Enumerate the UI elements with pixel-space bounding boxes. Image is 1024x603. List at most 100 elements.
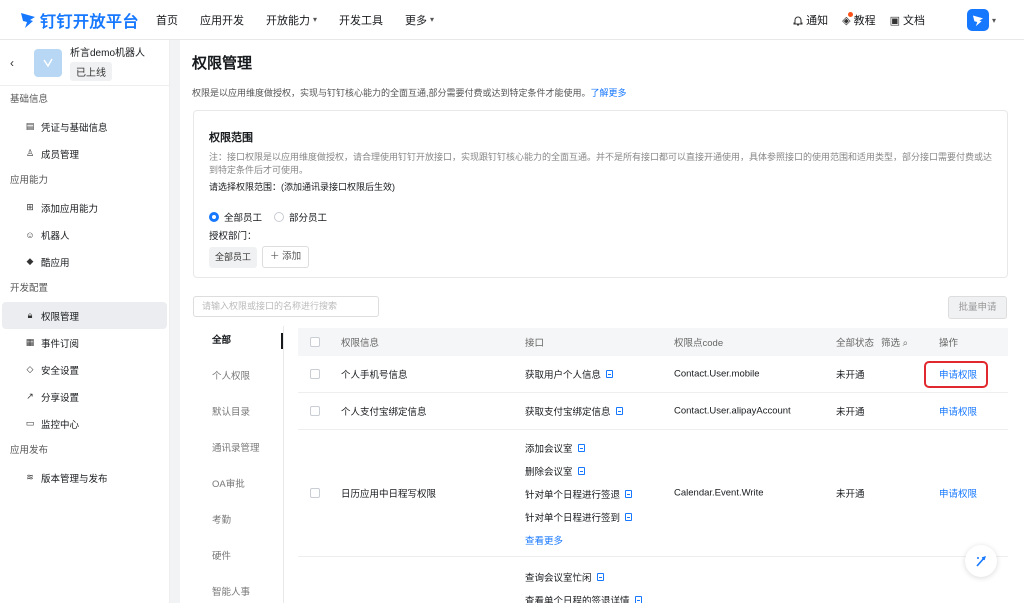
header-name: 权限信息 bbox=[341, 338, 380, 349]
category-contacts[interactable]: 通讯录管理 bbox=[193, 434, 283, 470]
sidebar-item-credentials[interactable]: ▤ 凭证与基础信息 bbox=[0, 113, 169, 140]
doc-icon[interactable] bbox=[625, 489, 633, 498]
scope-radio-group: 全部员工 部分员工 bbox=[209, 210, 339, 224]
nav-more[interactable]: 更多 ▾ bbox=[405, 12, 434, 28]
api-item[interactable]: 查询会议室忙闲 bbox=[525, 565, 642, 588]
row-code: Calendar.Event.Write bbox=[674, 487, 764, 499]
avatar[interactable] bbox=[966, 9, 989, 31]
share-icon: ↗ bbox=[26, 391, 34, 401]
doc-icon[interactable] bbox=[596, 572, 604, 581]
row-status: 未开通 bbox=[836, 489, 865, 500]
radio-all-employees[interactable] bbox=[209, 212, 219, 222]
table-row: 日历应用中日程写权限 添加会议室 删除会议室 针对单个日程进行签退 针对单个日程… bbox=[298, 430, 1008, 557]
sidebar-item-cool-app[interactable]: ◆ 酷应用 bbox=[0, 248, 169, 275]
api-item[interactable]: 查看单个日程的签退详情 bbox=[525, 588, 642, 603]
section-title-dev-config: 开发配置 bbox=[10, 283, 49, 294]
sidebar: ‹ 析言demo机器人 已上线 基础信息 ▤ 凭证与基础信息 ♙ 成员管理 应用能力… bbox=[0, 40, 170, 603]
sidebar-item-events[interactable]: ▦ 事件订阅 bbox=[0, 329, 169, 356]
lock-icon: 🔒︎ bbox=[27, 310, 33, 320]
dept-label: 授权部门： bbox=[209, 231, 257, 242]
highlight-box bbox=[924, 361, 988, 388]
category-hr[interactable]: 智能人事 bbox=[193, 578, 283, 603]
api-item[interactable]: 获取用户个人信息 bbox=[525, 367, 614, 381]
notify-button[interactable]: 通知 bbox=[793, 12, 828, 28]
radio-all-label[interactable]: 全部员工 bbox=[224, 210, 262, 224]
sidebar-item-security[interactable]: ◇ 安全设置 bbox=[0, 356, 169, 383]
search-input[interactable]: 请输入权限或接口的名称进行搜索 bbox=[193, 296, 379, 317]
select-all-checkbox[interactable] bbox=[310, 337, 320, 347]
radio-partial-employees[interactable] bbox=[274, 212, 285, 222]
category-default[interactable]: 默认目录 bbox=[193, 398, 283, 434]
ai-assistant-button[interactable] bbox=[965, 545, 997, 577]
api-item[interactable]: 针对单个日程进行签退 bbox=[525, 482, 633, 505]
dept-tag: 全部员工 bbox=[209, 247, 258, 268]
nav-open-capability[interactable]: 开放能力 ▾ bbox=[266, 12, 317, 28]
search-icon: ⌕ bbox=[902, 338, 908, 349]
add-dept-button[interactable]: ＋ 添加 bbox=[262, 246, 310, 268]
row-checkbox[interactable] bbox=[310, 369, 320, 379]
learn-more-link[interactable]: 了解更多 bbox=[591, 88, 627, 98]
section-title-basic: 基础信息 bbox=[10, 94, 49, 105]
category-attendance[interactable]: 考勤 bbox=[193, 506, 283, 542]
doc-icon[interactable] bbox=[625, 512, 633, 521]
app-icon bbox=[34, 48, 62, 77]
logo-text: 钉钉开放平台 bbox=[40, 13, 140, 31]
api-item[interactable]: 添加会议室 bbox=[525, 436, 632, 459]
nav-home[interactable]: 首页 bbox=[156, 12, 178, 28]
nav-dev-tools[interactable]: 开发工具 bbox=[339, 12, 383, 28]
tutorial-icon: ◈ bbox=[842, 11, 854, 27]
sidebar-item-versions[interactable]: ≋ 版本管理与发布 bbox=[0, 464, 169, 491]
bell-icon bbox=[793, 16, 803, 25]
api-item[interactable]: 删除会议室 bbox=[525, 459, 632, 482]
tutorial-button[interactable]: ◈ 教程 bbox=[842, 11, 876, 28]
table-row: 查询会议室忙闲 查看单个日程的签退详情 bbox=[298, 557, 1008, 603]
shield-icon: ◇ bbox=[26, 364, 34, 374]
api-item[interactable]: 针对单个日程进行签到 bbox=[525, 505, 633, 528]
docs-button[interactable]: ▣ 文档 bbox=[890, 12, 925, 28]
row-checkbox[interactable] bbox=[310, 406, 320, 416]
view-more-link[interactable]: 查看更多 bbox=[525, 528, 632, 551]
logo[interactable]: 钉钉开放平台 bbox=[20, 8, 150, 32]
sidebar-item-share[interactable]: ↗ 分享设置 bbox=[0, 383, 169, 410]
doc-icon[interactable] bbox=[615, 407, 623, 415]
category-hardware[interactable]: 硬件 bbox=[193, 542, 283, 578]
row-checkbox[interactable] bbox=[310, 488, 320, 498]
radio-partial-label[interactable]: 部分员工 bbox=[289, 210, 327, 224]
top-nav: 钉钉开放平台 首页 应用开发 开放能力 ▾ 开发工具 更多 ▾ 通知 ◈ 教程 ▣ … bbox=[0, 0, 1024, 40]
api-item[interactable]: 获取支付宝绑定信息 bbox=[525, 404, 623, 418]
category-oa[interactable]: OA审批 bbox=[193, 470, 283, 506]
category-all[interactable]: 全部 bbox=[193, 326, 283, 362]
grid-plus-icon: ⊞ bbox=[26, 202, 34, 212]
filter-button[interactable]: 筛选 ⌕ bbox=[881, 335, 908, 349]
doc-icon[interactable] bbox=[606, 370, 614, 378]
row-status: 未开通 bbox=[836, 370, 865, 381]
sidebar-item-members[interactable]: ♙ 成员管理 bbox=[0, 140, 169, 167]
apply-permission-link[interactable]: 申请权限 bbox=[939, 404, 977, 418]
doc-icon[interactable] bbox=[577, 466, 585, 475]
category-divider bbox=[283, 326, 284, 603]
nav-app-dev[interactable]: 应用开发 bbox=[200, 12, 244, 28]
permission-table: 权限信息 接口 权限点code 全部状态 筛选 ⌕ 操作 个人手机号信息 获取用… bbox=[298, 328, 1008, 603]
sidebar-item-permissions[interactable]: 🔒︎ 权限管理 bbox=[2, 302, 167, 329]
scope-card: 权限范围 注：接口权限是以应用维度做授权，请合理使用钉钉开放接口，实现跟钉钉核心… bbox=[193, 110, 1008, 278]
row-name: 个人手机号信息 bbox=[341, 370, 408, 381]
back-arrow-icon[interactable]: ‹ bbox=[10, 56, 34, 70]
apply-permission-link[interactable]: 申请权限 bbox=[939, 486, 977, 500]
category-list: 全部 个人权限 默认目录 通讯录管理 OA审批 考勤 硬件 智能人事 bbox=[193, 326, 283, 603]
app-name: 析言demo机器人 bbox=[70, 48, 146, 59]
credential-icon: ▤ bbox=[25, 121, 35, 131]
sidebar-item-robot[interactable]: ☺ 机器人 bbox=[0, 221, 169, 248]
sidebar-item-monitor[interactable]: ▭ 监控中心 bbox=[0, 410, 169, 437]
page-title: 权限管理 bbox=[192, 55, 253, 72]
category-personal[interactable]: 个人权限 bbox=[193, 362, 283, 398]
event-icon: ▦ bbox=[25, 337, 35, 347]
row-name: 日历应用中日程写权限 bbox=[341, 489, 437, 500]
chevron-down-icon[interactable]: ▾ bbox=[992, 16, 996, 25]
batch-apply-button[interactable]: 批量申请 bbox=[948, 296, 1007, 319]
page-description: 权限是以应用维度做授权，实现与钉钉核心能力的全面互通,部分需要付费或达到特定条件… bbox=[192, 88, 627, 98]
status-filter-dropdown[interactable]: 全部状态 bbox=[836, 335, 874, 349]
doc-icon[interactable] bbox=[577, 443, 585, 452]
section-title-release: 应用发布 bbox=[10, 445, 49, 456]
doc-icon[interactable] bbox=[634, 595, 642, 603]
sidebar-item-add-capability[interactable]: ⊞ 添加应用能力 bbox=[0, 194, 169, 221]
